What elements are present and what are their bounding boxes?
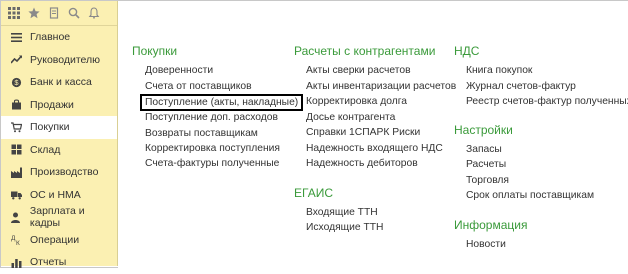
sidebar: Главное Руководителю $ Банк и касса Прод… [1, 1, 118, 268]
link-power-of-attorney[interactable]: Доверенности [145, 65, 213, 76]
sidebar-nav: Главное Руководителю $ Банк и касса Прод… [1, 26, 117, 274]
sidebar-item-warehouse[interactable]: Склад [1, 139, 117, 162]
sidebar-item-label: Руководителю [30, 53, 101, 66]
search-icon[interactable] [65, 4, 83, 22]
link-received-invoice-register[interactable]: Реестр счетов-фактур полученных [466, 96, 628, 107]
link-received-invoices[interactable]: Счета-фактуры полученные [145, 158, 279, 169]
link-settlements-settings[interactable]: Расчеты [466, 159, 506, 170]
link-trade[interactable]: Торговля [466, 175, 509, 186]
sidebar-item-main[interactable]: Главное [1, 26, 117, 49]
bag-icon [10, 99, 22, 111]
sidebar-item-management[interactable]: Руководителю [1, 49, 117, 72]
link-outgoing-ttn[interactable]: Исходящие ТТН [306, 222, 384, 233]
link-returns-to-suppliers[interactable]: Возвраты поставщикам [145, 128, 258, 139]
link-supplier-payment-term[interactable]: Срок оплаты поставщикам [466, 190, 594, 201]
link-debtor-reliability[interactable]: Надежность дебиторов [306, 158, 418, 169]
sidebar-item-reports[interactable]: Отчеты [1, 251, 117, 274]
link-debt-adjustment[interactable]: Корректировка долга [306, 96, 407, 107]
history-icon[interactable] [45, 4, 63, 22]
link-additional-expenses[interactable]: Поступление доп. расходов [145, 112, 278, 123]
sidebar-item-purchases[interactable]: Покупки [1, 116, 117, 139]
section-title-vat: НДС [454, 44, 480, 58]
svg-text:К: К [16, 240, 20, 245]
section-title-info: Информация [454, 218, 528, 232]
sidebar-item-label: Производство [30, 166, 99, 179]
link-inventory-acts[interactable]: Акты инвентаризации расчетов [306, 81, 456, 92]
sidebar-item-sales[interactable]: Продажи [1, 94, 117, 117]
apps-grid-icon[interactable] [5, 4, 23, 22]
link-receipts-acts-waybills[interactable]: Поступление (акты, накладные) [140, 94, 304, 111]
link-receipt-adjustment[interactable]: Корректировка поступления [145, 143, 280, 154]
link-news[interactable]: Новости [466, 239, 506, 250]
link-reconciliation-acts[interactable]: Акты сверки расчетов [306, 65, 411, 76]
sidebar-item-operations[interactable]: ДК Операции [1, 229, 117, 252]
link-incoming-ttn[interactable]: Входящие ТТН [306, 207, 378, 218]
sidebar-item-label: Отчеты [30, 256, 67, 269]
sidebar-item-label: Главное [30, 31, 71, 44]
link-stocks[interactable]: Запасы [466, 144, 502, 155]
operations-icon: ДК [10, 234, 22, 246]
star-icon[interactable] [25, 4, 43, 22]
trend-icon [10, 54, 22, 66]
section-title-egais: ЕГАИС [294, 186, 333, 200]
link-purchase-book[interactable]: Книга покупок [466, 65, 532, 76]
sidebar-item-label: Операции [30, 233, 80, 246]
sidebar-item-salary[interactable]: Зарплата и кадры [1, 205, 117, 230]
section-title-settlements: Расчеты с контрагентами [294, 44, 436, 58]
truck-icon [10, 189, 22, 201]
cart-icon [10, 121, 22, 133]
sidebar-item-label: Банк и касса [30, 76, 92, 89]
sidebar-item-label: Продажи [30, 98, 74, 111]
person-icon [10, 211, 22, 223]
section-title-settings: Настройки [454, 123, 513, 137]
sidebar-toolbar [1, 1, 117, 26]
sidebar-item-label: Зарплата и кадры [29, 205, 85, 230]
sidebar-item-label: Покупки [30, 121, 70, 134]
sidebar-item-fixed-assets[interactable]: ОС и НМА [1, 184, 117, 207]
link-supplier-invoices[interactable]: Счета от поставщиков [145, 81, 252, 92]
sidebar-item-bank[interactable]: $ Банк и касса [1, 71, 117, 94]
section-title-purchases: Покупки [132, 44, 178, 58]
menu-icon [10, 31, 22, 43]
bank-icon: $ [10, 76, 22, 88]
sidebar-item-production[interactable]: Производство [1, 161, 117, 184]
link-invoice-journal[interactable]: Журнал счетов-фактур [466, 81, 576, 92]
link-counterparty-dossier[interactable]: Досье контрагента [306, 112, 395, 123]
bar-chart-icon [10, 256, 22, 268]
sidebar-item-label: ОС и НМА [30, 188, 81, 201]
link-spark-risks[interactable]: Справки 1СПАРК Риски [306, 127, 420, 138]
bell-icon[interactable] [85, 4, 103, 22]
main-panel: Покупки Доверенности Счета от поставщико… [118, 1, 628, 268]
sidebar-item-label: Склад [30, 143, 61, 156]
link-incoming-vat-reliability[interactable]: Надежность входящего НДС [306, 143, 443, 154]
factory-icon [10, 166, 22, 178]
warehouse-icon [10, 144, 22, 156]
